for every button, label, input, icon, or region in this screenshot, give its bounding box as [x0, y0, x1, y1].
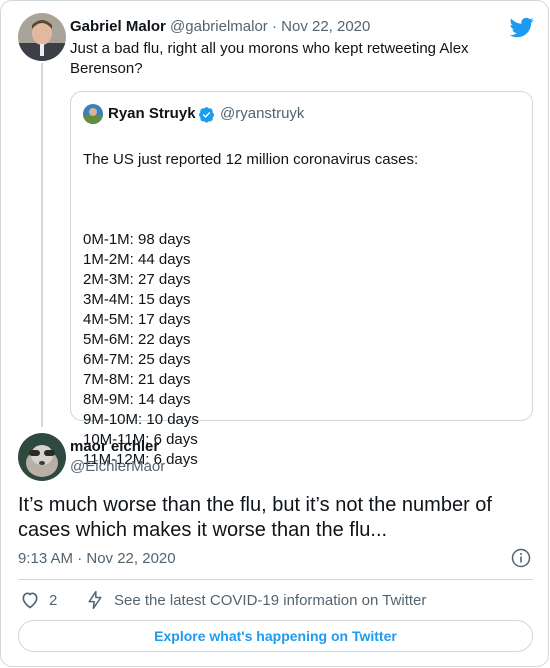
lightning-icon[interactable] — [85, 590, 105, 610]
parent-tweet-text: Just a bad flu, right all you morons who… — [70, 40, 469, 77]
avatar-ryan-struyk[interactable] — [83, 104, 103, 124]
quoted-author-name[interactable]: Ryan Struyk — [108, 105, 196, 122]
parent-author-handle[interactable]: @gabrielmalor — [170, 18, 268, 35]
like-count[interactable]: 2 — [49, 592, 57, 609]
case-milestone-row: 1M-2M: 44 days — [83, 251, 191, 268]
parent-tweet-header: Gabriel Malor @gabrielmalor · Nov 22, 20… — [70, 18, 370, 35]
parent-separator: · — [267, 18, 282, 35]
case-milestone-row: 5M-6M: 22 days — [83, 331, 191, 348]
quoted-tweet[interactable]: Ryan Struyk @ryanstruyk The US just repo… — [70, 91, 533, 468]
case-milestone-row: 6M-7M: 25 days — [83, 351, 191, 368]
case-milestone-list: 0M-1M: 98 days 1M-2M: 44 days 2M-3M: 27 da… — [83, 230, 523, 470]
quoted-tweet-text: The US just reported 12 million coronavi… — [83, 130, 523, 490]
twitter-bird-icon[interactable] — [509, 15, 534, 39]
case-milestone-row: 3M-4M: 15 days — [83, 291, 191, 308]
quoted-author-handle[interactable]: @ryanstruyk — [220, 105, 304, 122]
case-milestone-row: 8M-9M: 14 days — [83, 391, 191, 408]
main-author-handle[interactable]: @EichlerMaor — [70, 458, 165, 475]
main-author-name[interactable]: maor eichler — [70, 438, 159, 455]
heart-icon[interactable] — [20, 590, 40, 610]
thread-connector-line — [41, 63, 43, 427]
covid-info-link[interactable]: See the latest COVID-19 information on T… — [114, 592, 426, 609]
divider — [18, 579, 533, 580]
explore-twitter-button[interactable]: Explore what's happening on Twitter — [18, 620, 533, 652]
case-milestone-row: 0M-1M: 98 days — [83, 231, 191, 248]
quoted-intro: The US just reported 12 million coronavi… — [83, 151, 419, 168]
embedded-tweet-card: Gabriel Malor @gabrielmalor · Nov 22, 20… — [0, 0, 549, 667]
avatar-maor-eichler[interactable] — [18, 433, 66, 481]
main-tweet-text: It’s much worse than the flu, but it’s n… — [18, 494, 492, 541]
verified-badge-icon — [198, 106, 215, 123]
parent-author-name[interactable]: Gabriel Malor — [70, 18, 166, 35]
info-icon[interactable] — [511, 548, 531, 568]
case-milestone-row: 7M-8M: 21 days — [83, 371, 191, 388]
tweet-timestamp[interactable]: 9:13 AM · Nov 22, 2020 — [18, 550, 176, 567]
avatar-gabriel-malor[interactable] — [18, 13, 66, 61]
case-milestone-row: 9M-10M: 10 days — [83, 411, 199, 428]
case-milestone-row: 2M-3M: 27 days — [83, 271, 191, 288]
case-milestone-row: 4M-5M: 17 days — [83, 311, 191, 328]
parent-tweet-date[interactable]: Nov 22, 2020 — [281, 18, 370, 35]
